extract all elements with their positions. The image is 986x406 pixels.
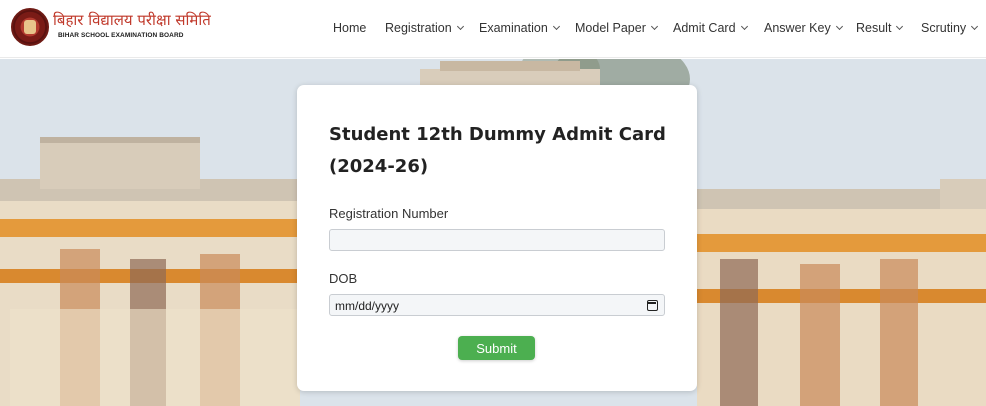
chevron-down-icon <box>740 22 748 30</box>
brand-english-name[interactable]: BIHAR SCHOOL EXAMINATION BOARD <box>58 32 184 39</box>
chevron-down-icon <box>835 22 843 30</box>
chevron-down-icon <box>456 22 464 30</box>
dob-date-input[interactable]: mm/dd/yyyy <box>329 294 665 316</box>
registration-number-label: Registration Number <box>329 206 449 221</box>
registration-number-input[interactable] <box>329 229 665 251</box>
nav-item-examination[interactable]: Examination <box>479 20 560 36</box>
brand-hindi-name[interactable]: बिहार विद्यालय परीक्षा समिति <box>53 10 211 30</box>
nav-item-registration[interactable]: Registration <box>385 20 464 36</box>
form-title: Student 12th Dummy Admit Card (2024-26) <box>329 124 666 177</box>
chevron-down-icon <box>896 22 904 30</box>
nav-item-home[interactable]: Home <box>333 20 366 36</box>
site-header: बिहार विद्यालय परीक्षा समिति BIHAR SCHOO… <box>0 0 986 58</box>
nav-label: Admit Card <box>673 21 736 35</box>
nav-item-admit-card[interactable]: Admit Card <box>673 20 748 36</box>
nav-label: Scrutiny <box>921 21 967 35</box>
nav-label: Model Paper <box>575 21 646 35</box>
nav-label: Home <box>333 21 367 35</box>
bseb-logo-icon[interactable] <box>11 8 49 46</box>
nav-label: Registration <box>385 21 452 35</box>
nav-item-model-paper[interactable]: Model Paper <box>575 20 658 36</box>
submit-button[interactable]: Submit <box>458 336 535 360</box>
nav-item-answer-key[interactable]: Answer Key <box>764 20 843 36</box>
chevron-down-icon <box>971 22 979 30</box>
admit-card-form: Student 12th Dummy Admit Card (2024-26) … <box>297 85 697 391</box>
nav-item-result[interactable]: Result <box>856 20 904 36</box>
nav-label: Result <box>856 21 892 35</box>
nav-label: Answer Key <box>764 21 831 35</box>
dob-label: DOB <box>329 271 358 286</box>
calendar-icon[interactable] <box>647 300 658 311</box>
nav-label: Examination <box>479 21 548 35</box>
dob-placeholder: mm/dd/yyyy <box>335 299 400 313</box>
chevron-down-icon <box>650 22 658 30</box>
chevron-down-icon <box>552 22 560 30</box>
nav-item-scrutiny[interactable]: Scrutiny <box>921 20 979 36</box>
